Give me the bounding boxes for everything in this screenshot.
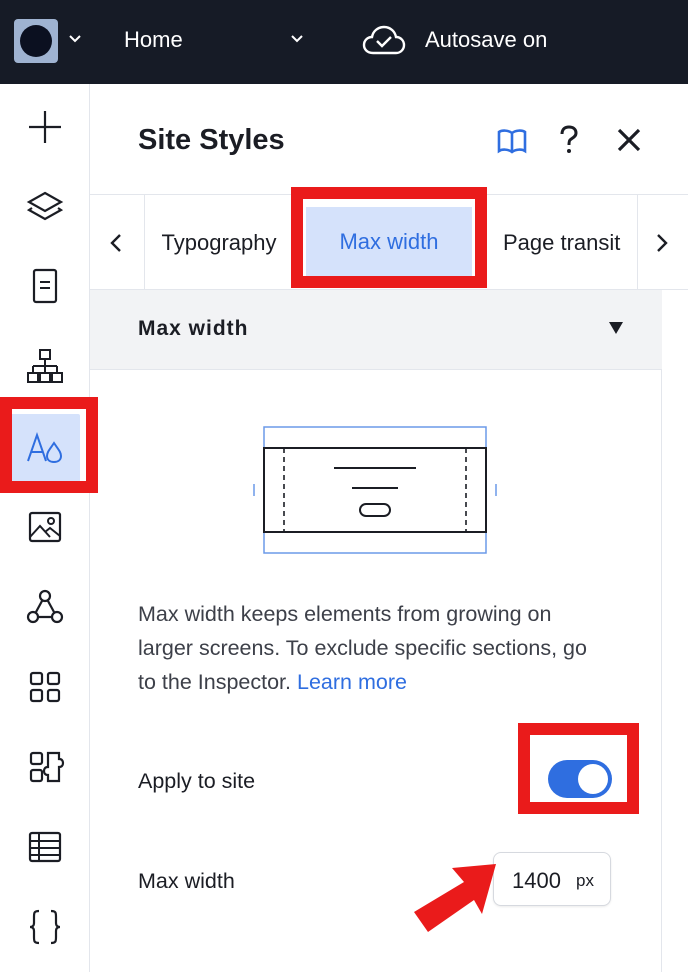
- pages-button[interactable]: [0, 246, 90, 326]
- max-width-section: Max width Max width keeps elements from …: [90, 290, 662, 972]
- chevron-left-icon[interactable]: [108, 233, 124, 253]
- help-icon[interactable]: [556, 124, 582, 156]
- max-width-description: Max width keeps elements from growing on…: [138, 597, 608, 699]
- max-width-illustration: [253, 426, 497, 554]
- tab-typography[interactable]: Typography: [144, 195, 294, 290]
- max-width-unit: px: [576, 871, 594, 890]
- page-selector-label[interactable]: Home: [124, 27, 183, 53]
- site-structure-button[interactable]: [0, 326, 90, 406]
- layers-icon: [26, 191, 64, 221]
- cloud-check-icon: [362, 25, 406, 55]
- apps-connect-icon: [26, 589, 64, 624]
- apply-to-site-label: Apply to site: [138, 769, 256, 793]
- toggle-knob: [578, 764, 608, 794]
- add-elements-button[interactable]: [0, 86, 90, 166]
- annotation-arrow: [414, 864, 496, 932]
- cms-button[interactable]: [0, 806, 90, 886]
- top-bar: Home Autosave on: [0, 0, 688, 84]
- left-toolbar: [0, 84, 90, 972]
- max-width-value: 1400: [512, 868, 561, 893]
- close-icon[interactable]: [616, 127, 642, 153]
- apps-button[interactable]: [0, 646, 90, 726]
- site-styles-panel: Site Styles Typography Max width Page tr…: [90, 84, 688, 972]
- custom-apps-button[interactable]: [0, 726, 90, 806]
- page-icon: [32, 268, 58, 304]
- plus-icon: [29, 111, 61, 143]
- site-avatar: [20, 25, 52, 57]
- apps-grid-icon: [29, 671, 61, 703]
- chevron-down-icon[interactable]: [68, 34, 82, 44]
- tab-page-transitions[interactable]: Page transit: [503, 195, 637, 290]
- panel-title: Site Styles: [138, 124, 285, 156]
- image-icon: [28, 511, 62, 543]
- chevron-down-icon[interactable]: [290, 34, 304, 44]
- business-apps-button[interactable]: [0, 566, 90, 646]
- section-header[interactable]: Max width: [90, 290, 662, 370]
- learn-more-link[interactable]: Learn more: [297, 670, 407, 694]
- autosave-status: Autosave on: [425, 27, 548, 52]
- site-styles-button[interactable]: [0, 406, 90, 486]
- chevron-right-icon[interactable]: [654, 233, 670, 253]
- table-icon: [28, 831, 62, 863]
- tab-divider: [637, 195, 638, 290]
- caret-down-icon[interactable]: [608, 321, 624, 335]
- section-title: Max width: [138, 317, 249, 340]
- media-button[interactable]: [0, 486, 90, 566]
- sitemap-icon: [27, 349, 63, 383]
- layers-button[interactable]: [0, 166, 90, 246]
- max-width-label: Max width: [138, 869, 235, 893]
- style-tabs: Typography Max width Page transit: [90, 194, 688, 290]
- code-button[interactable]: [0, 886, 90, 966]
- site-avatar-button[interactable]: [14, 19, 58, 63]
- max-width-input[interactable]: 1400 px: [493, 852, 611, 906]
- book-icon[interactable]: [496, 127, 528, 155]
- tab-max-width[interactable]: Max width: [306, 207, 472, 277]
- code-braces-icon: [29, 909, 61, 945]
- extensions-icon: [29, 751, 65, 783]
- site-styles-icon: [27, 431, 63, 464]
- apply-to-site-toggle[interactable]: [548, 760, 612, 798]
